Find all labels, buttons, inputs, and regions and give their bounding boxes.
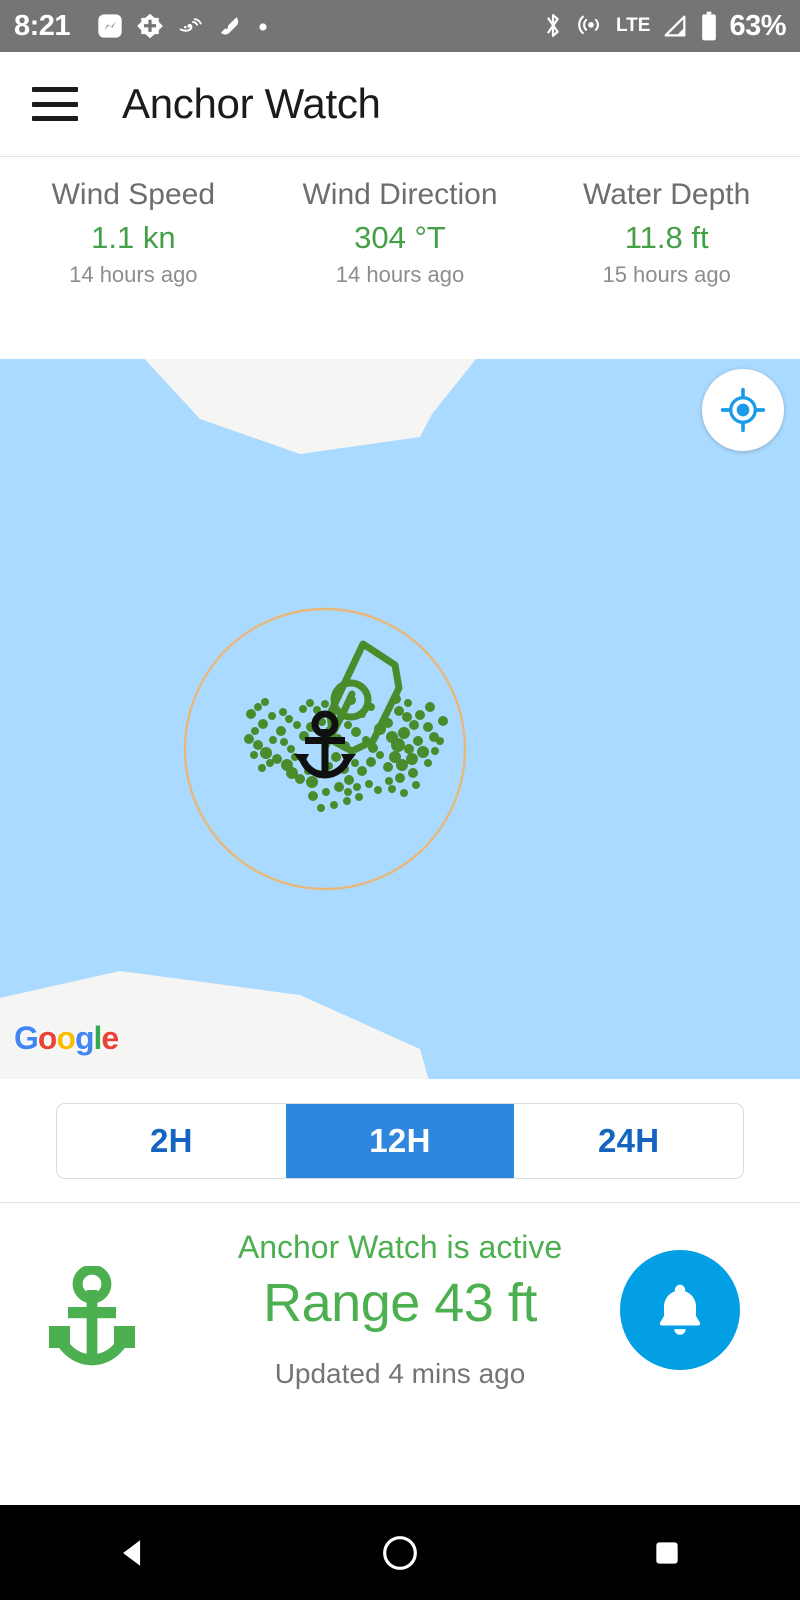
google-letter: e xyxy=(101,1020,119,1056)
google-letter: g xyxy=(74,1020,95,1056)
messenger-icon xyxy=(96,12,124,40)
stat-value: 11.8 ft xyxy=(624,219,709,255)
anchor-status-row: Range 43 ft xyxy=(0,1250,800,1370)
anchor-icon xyxy=(44,1264,140,1370)
status-bar-right: LTE 63% xyxy=(540,10,786,43)
stat-label: Wind Speed xyxy=(51,178,216,211)
map-canvas xyxy=(0,359,476,1079)
stat-value: 304 °T xyxy=(354,219,446,255)
conditions-summary: Wind Speed 1.1 kn 14 hours ago Wind Dire… xyxy=(0,157,800,359)
stat-timestamp: 15 hours ago xyxy=(602,262,731,288)
app-bar: Anchor Watch xyxy=(0,52,800,157)
stat-timestamp: 14 hours ago xyxy=(335,262,465,288)
shape-icon xyxy=(216,12,244,40)
back-triangle-icon xyxy=(116,1536,150,1570)
home-circle-icon xyxy=(380,1533,420,1573)
network-type-label: LTE xyxy=(615,15,651,36)
google-letter: o xyxy=(37,1020,58,1056)
bell-icon xyxy=(649,1279,711,1341)
dot-icon xyxy=(256,19,270,33)
battery-icon xyxy=(700,11,718,41)
time-range-option-24h[interactable]: 24H xyxy=(514,1103,743,1178)
status-bar-left: 8:21 xyxy=(14,10,270,43)
page-title: Anchor Watch xyxy=(122,80,381,127)
my-location-crosshair-icon xyxy=(720,387,766,433)
stat-value: 1.1 kn xyxy=(91,219,176,255)
android-navigation-bar xyxy=(0,1505,800,1600)
time-range-option-2h[interactable]: 2H xyxy=(57,1103,286,1178)
my-location-button[interactable] xyxy=(702,369,784,451)
anchor-status-panel: Anchor Watch is active Range 43 ft Updat… xyxy=(0,1202,800,1505)
bird-icon xyxy=(176,12,204,40)
stat-water-depth: Water Depth 11.8 ft 15 hours ago xyxy=(533,175,800,359)
plus-badge-icon xyxy=(136,12,164,40)
google-letter: o xyxy=(56,1020,76,1056)
status-bar-clock: 8:21 xyxy=(14,9,71,42)
map-view[interactable]: Google xyxy=(0,359,800,1079)
battery-percent-label: 63% xyxy=(729,9,786,42)
hamburger-menu-icon[interactable] xyxy=(32,87,78,121)
status-bar: 8:21 LTE 63% xyxy=(0,0,800,52)
time-range-option-12h[interactable]: 12H xyxy=(285,1103,515,1178)
recents-square-icon xyxy=(651,1537,683,1569)
google-attribution: Google xyxy=(14,1020,119,1057)
home-button[interactable] xyxy=(345,1505,455,1600)
stat-label: Wind Direction xyxy=(302,178,498,211)
stat-wind-direction: Wind Direction 304 °T 14 hours ago xyxy=(267,175,534,359)
bluetooth-icon xyxy=(540,11,566,41)
alarm-button[interactable] xyxy=(620,1250,740,1370)
recents-button[interactable] xyxy=(612,1505,722,1600)
anchor-range-value: Range 43 ft xyxy=(263,1273,537,1333)
signal-icon xyxy=(661,12,689,40)
google-letter: G xyxy=(14,1020,39,1056)
stat-label: Water Depth xyxy=(583,178,751,211)
time-range-segmented-control: 2H 12H 24H xyxy=(56,1102,744,1179)
stat-wind-speed: Wind Speed 1.1 kn 14 hours ago xyxy=(0,175,267,359)
stat-timestamp: 14 hours ago xyxy=(69,262,198,288)
hotspot-icon xyxy=(577,12,605,40)
back-button[interactable] xyxy=(78,1505,188,1600)
time-range-selector-bar: 2H 12H 24H xyxy=(0,1079,800,1202)
anchor-watch-screen: 8:21 LTE 63% Anchor Watch Wind Speed 1.1… xyxy=(0,0,800,1600)
